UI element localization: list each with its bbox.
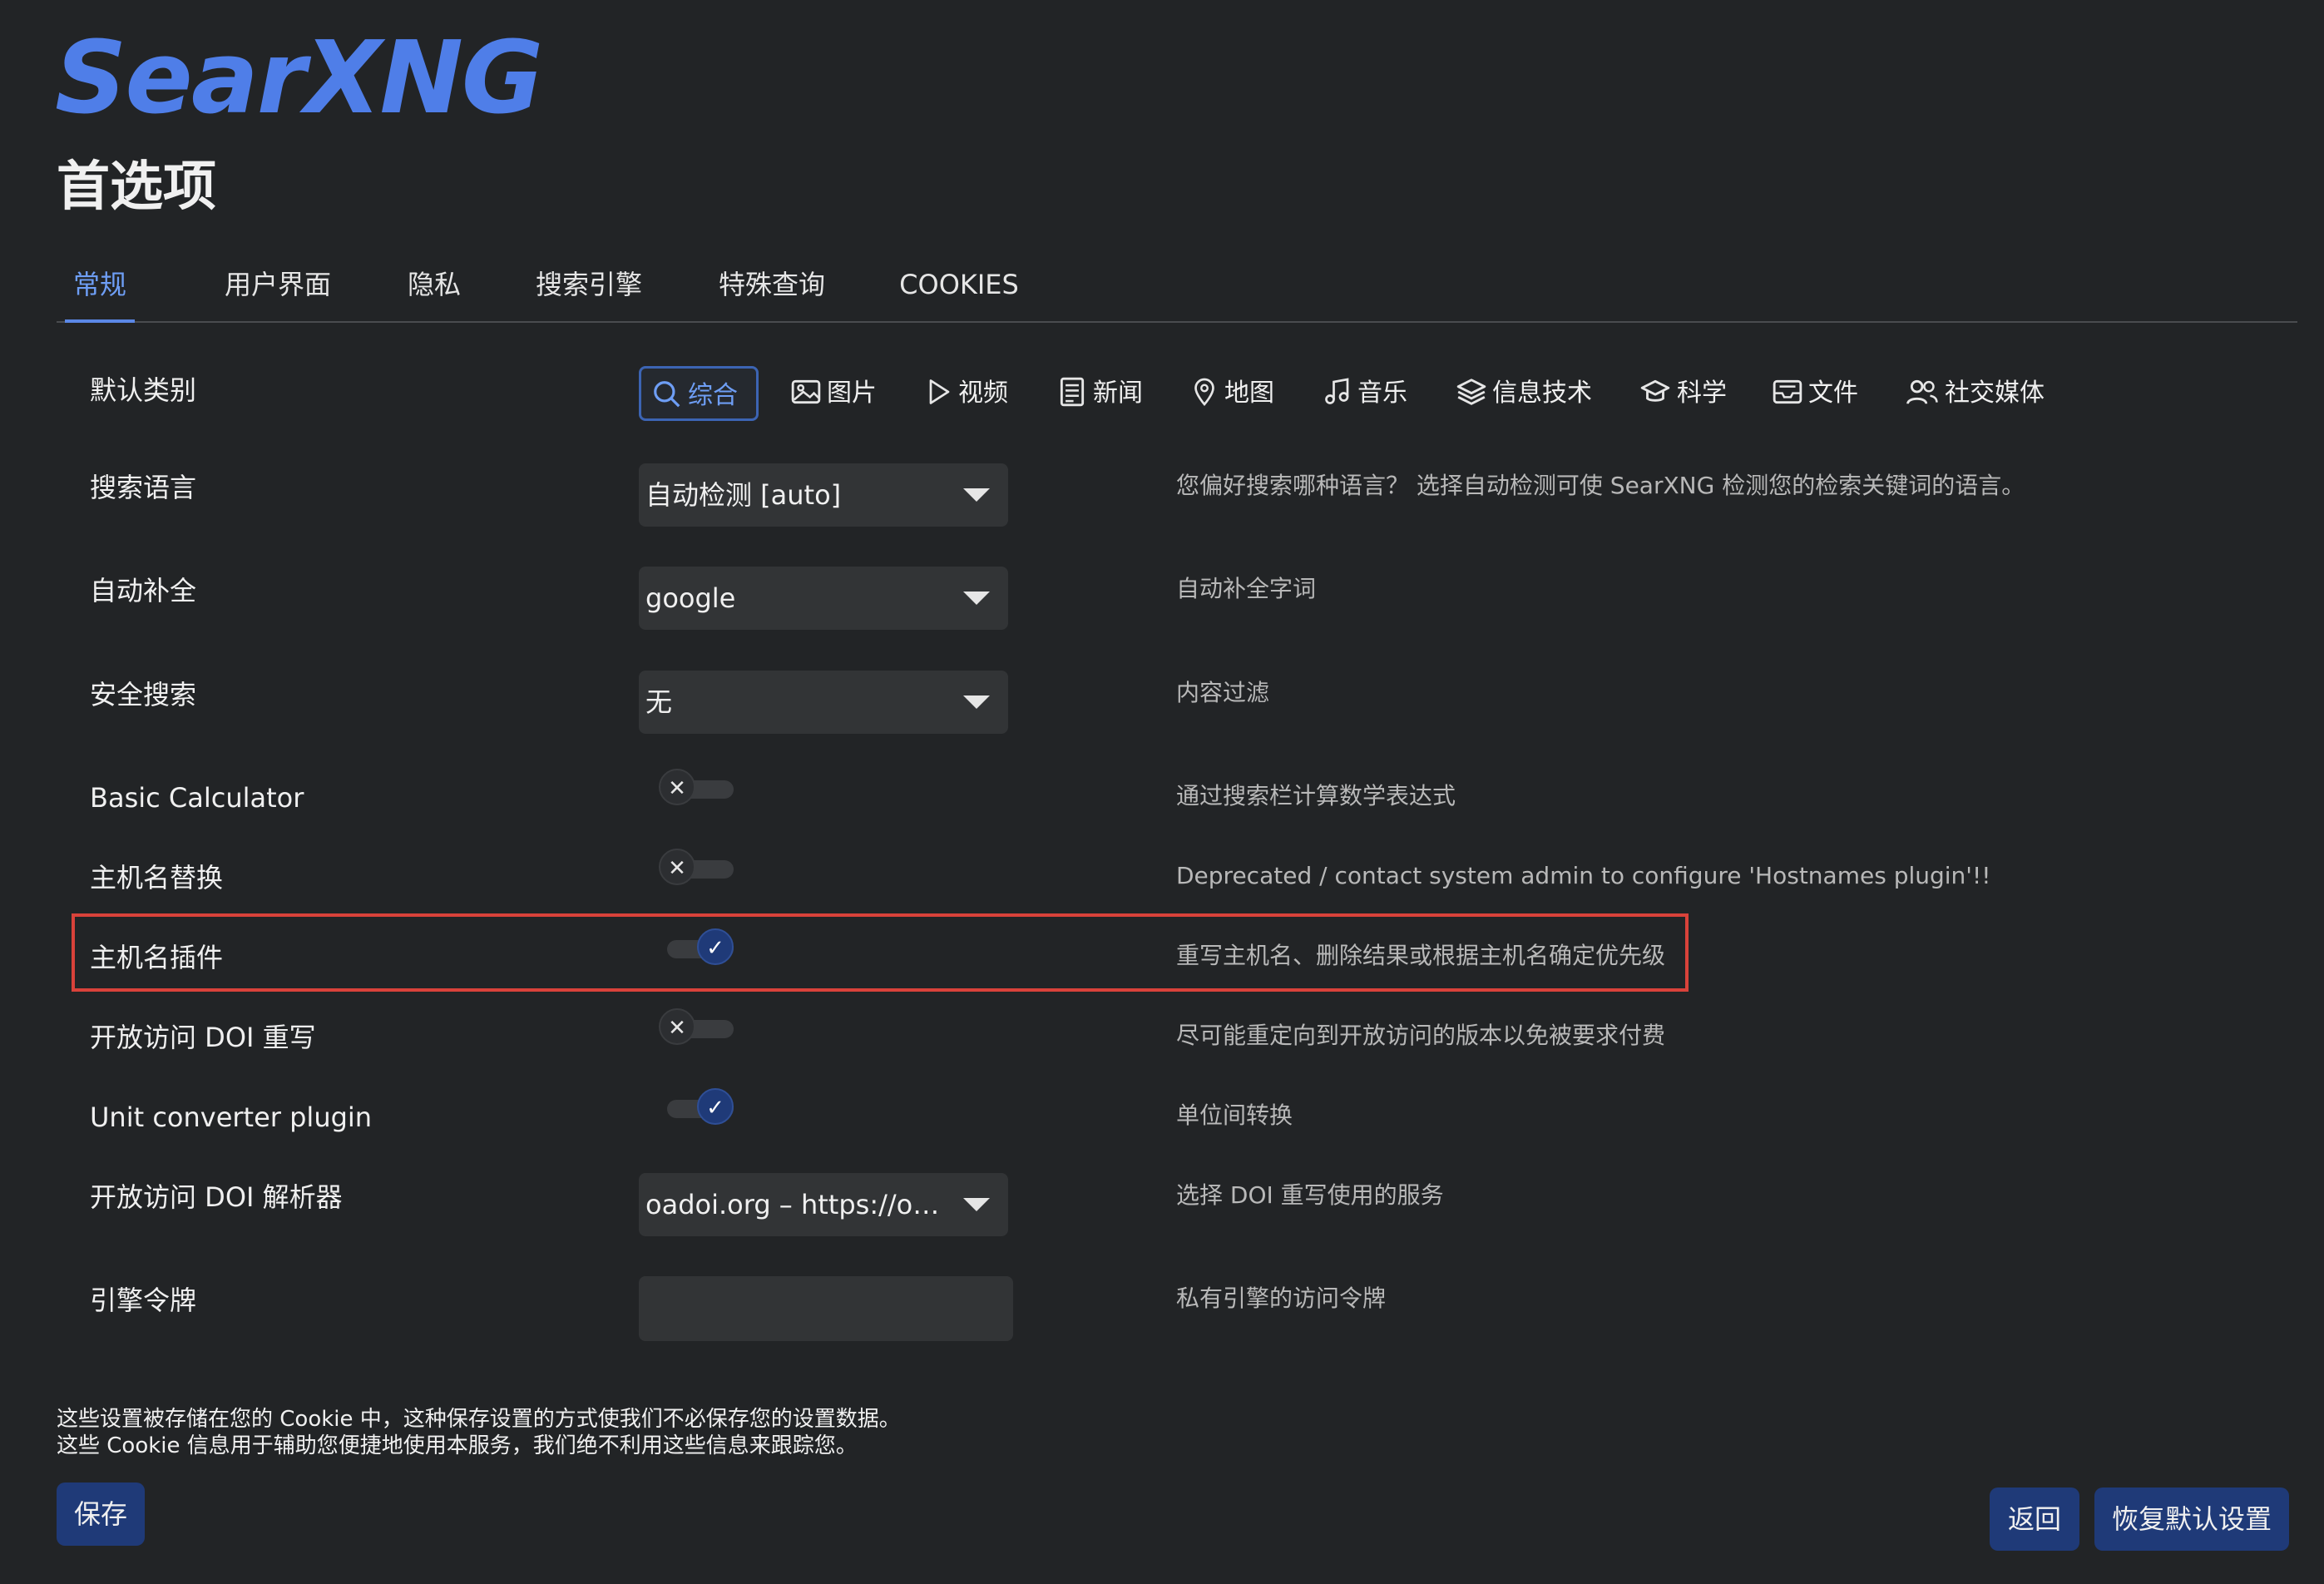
close-icon: ✕ — [659, 849, 695, 885]
music-note-icon — [1325, 377, 1349, 404]
unit-converter-label: Unit converter plugin — [90, 1101, 373, 1133]
save-button[interactable]: 保存 — [57, 1483, 145, 1546]
category-label: 视频 — [958, 379, 1008, 408]
search-language-select[interactable]: 自动检测 [auto] — [639, 463, 1008, 527]
basic-calculator-toggle[interactable]: ✕ — [659, 769, 745, 810]
doi-resolver-description: 选择 DOI 重写使用的服务 — [1176, 1181, 1444, 1209]
oa-doi-rewrite-toggle[interactable]: ✕ — [659, 1008, 745, 1050]
category-science[interactable]: 科学 — [1629, 366, 1737, 421]
oa-doi-rewrite-label: 开放访问 DOI 重写 — [90, 1022, 316, 1053]
category-label: 新闻 — [1093, 379, 1143, 408]
category-files[interactable]: 文件 — [1762, 366, 1868, 421]
default-categories-label: 默认类别 — [90, 374, 197, 406]
selected-value: oadoi.org – https://oa... — [645, 1189, 945, 1220]
engine-tokens-description: 私有引擎的访问令牌 — [1176, 1285, 1387, 1312]
category-label: 地图 — [1224, 379, 1274, 408]
hostnames-plugin-label: 主机名插件 — [90, 942, 224, 973]
category-label: 综合 — [688, 381, 738, 410]
category-label: 社交媒体 — [1945, 379, 2045, 408]
tab-privacy[interactable]: 隐私 — [404, 258, 464, 319]
image-icon — [791, 379, 821, 403]
category-label: 图片 — [827, 379, 877, 408]
category-news[interactable]: 新闻 — [1046, 366, 1153, 421]
cookie-notice-line: 这些设置被存储在您的 Cookie 中，这种保存设置的方式使我们不必保存您的设置… — [57, 1407, 901, 1432]
autocomplete-select[interactable]: google — [639, 567, 1008, 630]
search-language-description: 您偏好搜索哪种语言？ 选择自动检测可使 SearXNG 检测您的检索关键词的语言… — [1176, 472, 2025, 499]
engine-tokens-label: 引擎令牌 — [90, 1285, 197, 1316]
category-label: 音乐 — [1357, 379, 1407, 408]
caret-down-icon — [963, 488, 990, 502]
category-label: 科学 — [1677, 379, 1727, 408]
close-icon: ✕ — [659, 1008, 695, 1045]
newspaper-icon — [1060, 377, 1085, 406]
tab-cookies[interactable]: COOKIES — [897, 258, 1021, 319]
map-pin-icon — [1194, 378, 1214, 406]
cookie-notice-line: 这些 Cookie 信息用于辅助您便捷地使用本服务，我们绝不利用这些信息来跟踪您… — [57, 1433, 858, 1458]
back-button[interactable]: 返回 — [1990, 1487, 2079, 1551]
engine-tokens-input[interactable] — [639, 1276, 1013, 1341]
category-it[interactable]: 信息技术 — [1446, 366, 1602, 421]
category-social-media[interactable]: 社交媒体 — [1895, 366, 2055, 421]
graduation-cap-icon — [1640, 379, 1670, 402]
people-icon — [1906, 379, 1938, 404]
hostname-replace-toggle[interactable]: ✕ — [659, 849, 745, 890]
reset-defaults-button[interactable]: 恢复默认设置 — [2094, 1487, 2289, 1551]
autocomplete-description: 自动补全字词 — [1176, 575, 1317, 602]
unit-converter-toggle[interactable]: ✓ — [659, 1088, 745, 1130]
doi-resolver-label: 开放访问 DOI 解析器 — [90, 1181, 343, 1213]
tab-special-queries[interactable]: 特殊查询 — [714, 258, 830, 319]
play-icon — [929, 379, 950, 404]
page-title: 首选项 — [57, 156, 216, 218]
inbox-icon — [1773, 379, 1802, 403]
caret-down-icon — [963, 592, 990, 605]
checkmark-icon: ✓ — [697, 1088, 734, 1125]
layers-icon — [1456, 378, 1486, 405]
checkmark-icon: ✓ — [697, 928, 734, 965]
unit-converter-description: 单位间转换 — [1176, 1101, 1293, 1129]
searxng-logo[interactable]: SearXNG — [55, 17, 543, 141]
selected-value: 自动检测 [auto] — [645, 479, 842, 511]
basic-calculator-label: Basic Calculator — [90, 782, 304, 814]
tab-general[interactable]: 常规 — [65, 258, 135, 323]
hostnames-plugin-description: 重写主机名、删除结果或根据主机名确定优先级 — [1176, 942, 1666, 969]
category-label: 信息技术 — [1492, 379, 1592, 408]
tab-engines[interactable]: 搜索引擎 — [531, 258, 647, 319]
category-map[interactable]: 地图 — [1179, 366, 1284, 421]
preferences-tabs: 常规 用户界面 隐私 搜索引擎 特殊查询 COOKIES — [57, 258, 2297, 323]
doi-resolver-select[interactable]: oadoi.org – https://oa... — [639, 1173, 1008, 1236]
safe-search-select[interactable]: 无 — [639, 671, 1008, 734]
caret-down-icon — [963, 1198, 990, 1211]
category-music[interactable]: 音乐 — [1313, 366, 1417, 421]
hostnames-plugin-toggle[interactable]: ✓ — [659, 928, 745, 970]
category-label: 文件 — [1808, 379, 1858, 408]
category-videos[interactable]: 视频 — [913, 366, 1018, 421]
oa-doi-rewrite-description: 尽可能重定向到开放访问的版本以免被要求付费 — [1176, 1022, 1666, 1049]
caret-down-icon — [963, 695, 990, 709]
basic-calculator-description: 通过搜索栏计算数学表达式 — [1176, 782, 1456, 809]
autocomplete-label: 自动补全 — [90, 575, 197, 606]
close-icon: ✕ — [659, 769, 695, 805]
search-icon — [654, 380, 680, 407]
safe-search-label: 安全搜索 — [90, 679, 197, 710]
tab-user-interface[interactable]: 用户界面 — [220, 258, 336, 319]
hostname-replace-description: Deprecated / contact system admin to con… — [1176, 862, 1991, 889]
cookie-notice: 这些设置被存储在您的 Cookie 中，这种保存设置的方式使我们不必保存您的设置… — [57, 1406, 901, 1459]
category-general[interactable]: 综合 — [639, 366, 759, 421]
search-language-label: 搜索语言 — [90, 472, 197, 503]
selected-value: google — [645, 582, 736, 614]
selected-value: 无 — [645, 686, 673, 718]
category-images[interactable]: 图片 — [780, 366, 887, 421]
hostname-replace-label: 主机名替换 — [90, 862, 224, 893]
safe-search-description: 内容过滤 — [1176, 679, 1270, 706]
